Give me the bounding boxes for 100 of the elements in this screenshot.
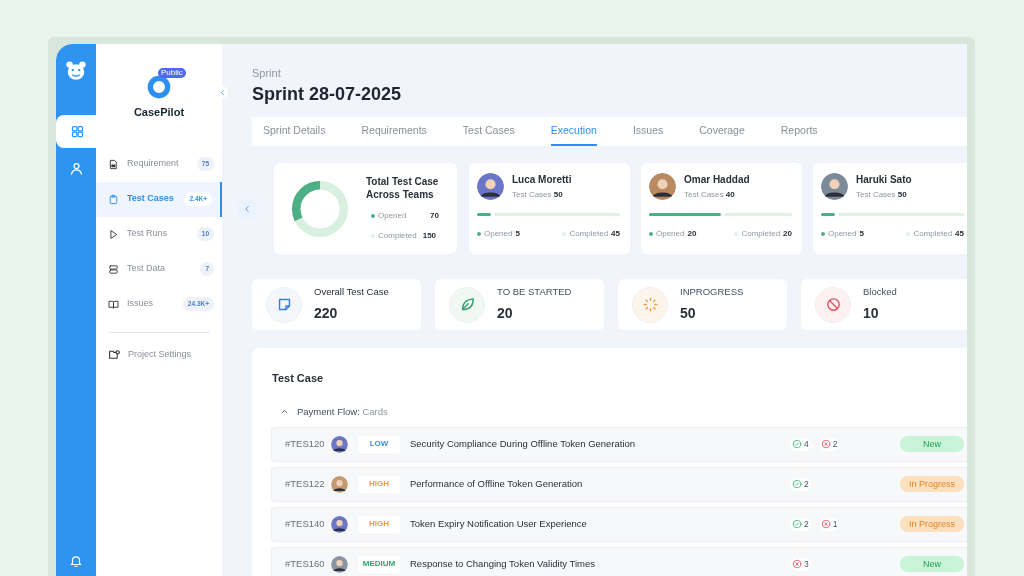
test-case-count: Test Cases 50	[512, 189, 564, 201]
failed-count: 3	[790, 557, 811, 571]
tab[interactable]: Execution	[550, 117, 597, 146]
avatar	[331, 435, 348, 453]
clipboard-icon	[108, 193, 119, 205]
tab[interactable]: Reports	[780, 117, 818, 146]
avatar	[821, 173, 848, 200]
passed-count: 2	[790, 477, 811, 491]
test-case-row[interactable]: #TES140 HIGH Token Expiry Notification User Experience 2 1 In Progress	[271, 506, 967, 542]
project-name: CasePilot	[133, 105, 185, 120]
test-case-row[interactable]: #TES122 HIGH Performance of Offline Token Generation 2 In Progress	[271, 466, 967, 502]
member-name: Haruki Sato	[856, 173, 912, 187]
status-pill: New	[900, 436, 964, 453]
user-icon	[68, 161, 84, 176]
member-name: Omar Haddad	[684, 173, 750, 187]
case-title: Performance of Offline Token Generation	[410, 477, 584, 492]
case-title: Response to Changing Token Validity Times	[410, 557, 596, 572]
tab[interactable]: Test Cases	[462, 117, 515, 146]
test-case-row[interactable]: #TES160 MEDIUM Response to Changing Token Validity Times 3 New	[271, 546, 967, 576]
chevron-left-icon	[242, 203, 252, 214]
priority-tag: MEDIUM	[358, 555, 400, 573]
stat-value: 10	[863, 303, 880, 323]
database-icon	[108, 263, 119, 275]
avatar	[477, 173, 504, 200]
x-circle-icon	[820, 439, 831, 450]
legend-value: 45	[611, 228, 620, 240]
grid-nav-button[interactable]	[56, 115, 98, 148]
priority-tag: HIGH	[358, 515, 400, 533]
stat-value: 50	[680, 303, 697, 323]
check-circle-icon	[792, 439, 802, 450]
legend-label: Opened	[378, 210, 407, 222]
visibility-badge: Public	[158, 68, 186, 78]
stat-value: 20	[497, 303, 514, 323]
tab[interactable]: Issues	[632, 117, 664, 146]
stat-label: Overall Test Case	[314, 285, 389, 300]
failed-count: 1	[818, 517, 840, 531]
avatar	[331, 555, 348, 573]
legend-value: 70	[429, 210, 439, 222]
status-pill: In Progress	[900, 516, 964, 533]
document-icon	[108, 158, 119, 170]
nav-label: Test Data	[127, 262, 167, 276]
legend-value: 20	[783, 228, 792, 240]
legend-label: Opened	[484, 228, 513, 240]
check-circle-icon	[792, 479, 802, 490]
avatar	[649, 173, 676, 200]
legend-label: Opened	[656, 228, 685, 240]
test-case-count: Test Cases 40	[684, 189, 736, 201]
play-icon	[108, 228, 119, 240]
nav-label: Requirement	[127, 157, 180, 171]
member-name: Luca Moretti	[512, 173, 572, 187]
legend-label: Completed	[569, 228, 609, 240]
stat-label: INPROGRESS	[680, 285, 744, 300]
stat-value: 220	[314, 303, 339, 323]
legend-label: Opened	[828, 228, 857, 240]
legend-value: 5	[515, 228, 520, 240]
case-title: Token Expiry Notification User Experience	[410, 517, 588, 532]
legend-label: Completed	[913, 228, 953, 240]
x-circle-icon	[820, 519, 831, 530]
x-circle-icon	[792, 559, 802, 570]
legend-value: 150	[422, 230, 437, 242]
grid-icon	[69, 124, 85, 139]
priority-tag: HIGH	[358, 475, 400, 493]
nav-label: Test Runs	[127, 227, 169, 241]
failed-count: 2	[818, 437, 840, 451]
legend-value: 5	[859, 228, 864, 240]
page-title: Sprint 28-07-2025	[252, 85, 403, 103]
passed-count: 2	[790, 517, 811, 531]
status-pill: New	[900, 556, 964, 573]
card-title: Total Test Case Across Teams	[366, 175, 440, 201]
section-title: Test Case	[272, 371, 325, 386]
tab[interactable]: Sprint Details	[263, 117, 326, 146]
case-id: #TES120	[285, 437, 326, 452]
legend-label: Completed	[378, 230, 417, 242]
tab[interactable]: Requirements	[361, 117, 427, 146]
status-pill: In Progress	[900, 476, 964, 493]
passed-count: 4	[790, 437, 811, 451]
legend-value: 20	[687, 228, 697, 240]
ban-icon	[824, 296, 842, 313]
test-case-row[interactable]: #TES120 LOW Security Compliance During Offline Token Generation 4 2 New	[271, 426, 967, 462]
case-id: #TES122	[285, 477, 326, 492]
stat-label: Blocked	[863, 285, 897, 300]
project-settings-link[interactable]: Project Settings	[96, 342, 222, 367]
spinner-icon	[641, 296, 659, 313]
bell-icon[interactable]	[69, 554, 83, 568]
case-title: Security Compliance During Offline Token Generation	[410, 437, 637, 452]
priority-tag: LOW	[358, 435, 400, 453]
tab[interactable]: Coverage	[699, 117, 745, 146]
legend-label: Completed	[741, 228, 781, 240]
legend-value: 45	[955, 228, 964, 240]
breadcrumb: Sprint	[252, 68, 282, 79]
check-circle-icon	[792, 519, 802, 530]
avatar	[331, 475, 348, 493]
nav-label: Issues	[127, 297, 154, 311]
case-id: #TES140	[285, 517, 326, 532]
book-icon	[108, 298, 119, 310]
folder-gear-icon	[108, 348, 121, 361]
avatar	[331, 515, 348, 533]
settings-label: Project Settings	[128, 347, 192, 361]
case-id: #TES160	[285, 557, 326, 572]
stat-label: TO BE STARTED	[497, 285, 572, 300]
